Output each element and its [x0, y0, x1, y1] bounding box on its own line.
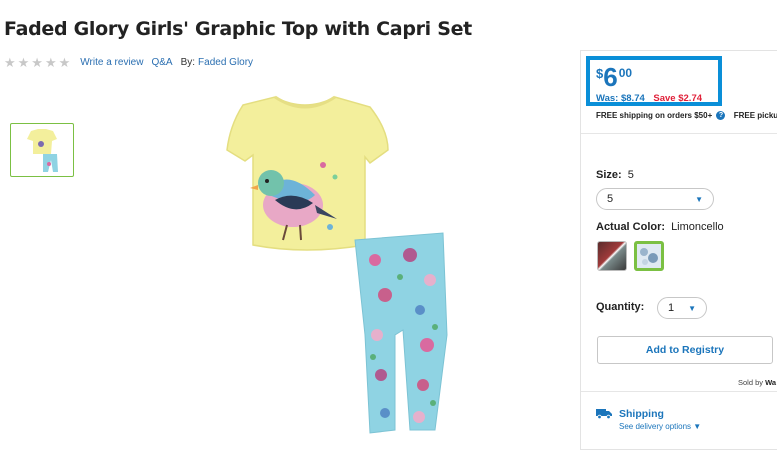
product-image	[205, 95, 460, 435]
delivery-options-link[interactable]: See delivery options ▼	[619, 422, 701, 431]
size-selected: 5	[607, 193, 614, 205]
color-value: Limoncello	[671, 221, 724, 233]
write-review-link[interactable]: Write a review	[80, 57, 143, 68]
quantity-dropdown[interactable]: 1 ▼	[657, 297, 707, 319]
product-title: Faded Glory Girls' Graphic Top with Capr…	[4, 18, 472, 40]
info-icon[interactable]: ?	[716, 111, 726, 121]
price-currency: $	[596, 66, 604, 81]
shipping-note: FREE shipping on orders $50+ ? FREE pick…	[596, 111, 777, 121]
sold-by-label: Sold by	[738, 378, 764, 387]
was-price: Was: $8.74	[596, 93, 645, 104]
was-price-row: Was: $8.74 Save $2.74	[596, 93, 702, 104]
size-label: Size:	[596, 169, 622, 181]
price-dollars: 6	[603, 62, 618, 92]
color-swatch-1[interactable]	[597, 241, 627, 271]
seller-name[interactable]: Wa	[765, 378, 776, 387]
delivery-options-label: See delivery options	[619, 422, 692, 431]
chevron-down-icon: ▼	[688, 304, 696, 313]
divider	[581, 391, 777, 392]
product-thumbnail[interactable]	[10, 123, 74, 177]
chevron-down-icon: ▼	[695, 195, 703, 204]
truck-icon	[596, 409, 612, 419]
rating-row: ★★★★★ Write a review Q&A By: Faded Glory	[4, 56, 261, 69]
size-dropdown[interactable]: 5 ▼	[596, 188, 714, 210]
product-photo	[226, 95, 448, 434]
thumbnail-image	[27, 129, 58, 172]
price-section: $600 Was: $8.74 Save $2.74 FREE shipping…	[581, 51, 777, 134]
size-label-row: Size: 5	[596, 169, 634, 181]
quantity-label: Quantity:	[596, 301, 645, 313]
color-swatch-limoncello[interactable]	[634, 241, 664, 271]
price-cents: 00	[618, 66, 633, 80]
chevron-down-icon: ▼	[693, 422, 702, 431]
price-highlight-box: $600 Was: $8.74 Save $2.74	[586, 56, 722, 106]
quantity-selected: 1	[668, 302, 675, 314]
color-label-row: Actual Color: Limoncello	[596, 221, 724, 233]
quantity-label-row: Quantity:	[596, 301, 650, 313]
by-label: By:	[180, 57, 196, 68]
shipping-title: Shipping	[619, 408, 664, 420]
price: $600	[596, 62, 632, 92]
color-label: Actual Color:	[596, 221, 666, 233]
purchase-panel: $600 Was: $8.74 Save $2.74 FREE shipping…	[580, 50, 777, 450]
swatch-pattern	[640, 248, 658, 265]
size-value: 5	[627, 169, 634, 181]
qa-link[interactable]: Q&A	[151, 57, 172, 68]
rating-stars[interactable]: ★★★★★	[4, 56, 72, 69]
sold-by: Sold by Wa	[738, 378, 776, 387]
add-to-registry-button[interactable]: Add to Registry	[597, 336, 773, 364]
free-shipping-text: FREE shipping on orders $50+	[596, 111, 713, 120]
brand-link[interactable]: Faded Glory	[198, 57, 253, 68]
free-pickup-text: FREE pickup	[733, 111, 777, 120]
savings: Save $2.74	[653, 93, 703, 104]
